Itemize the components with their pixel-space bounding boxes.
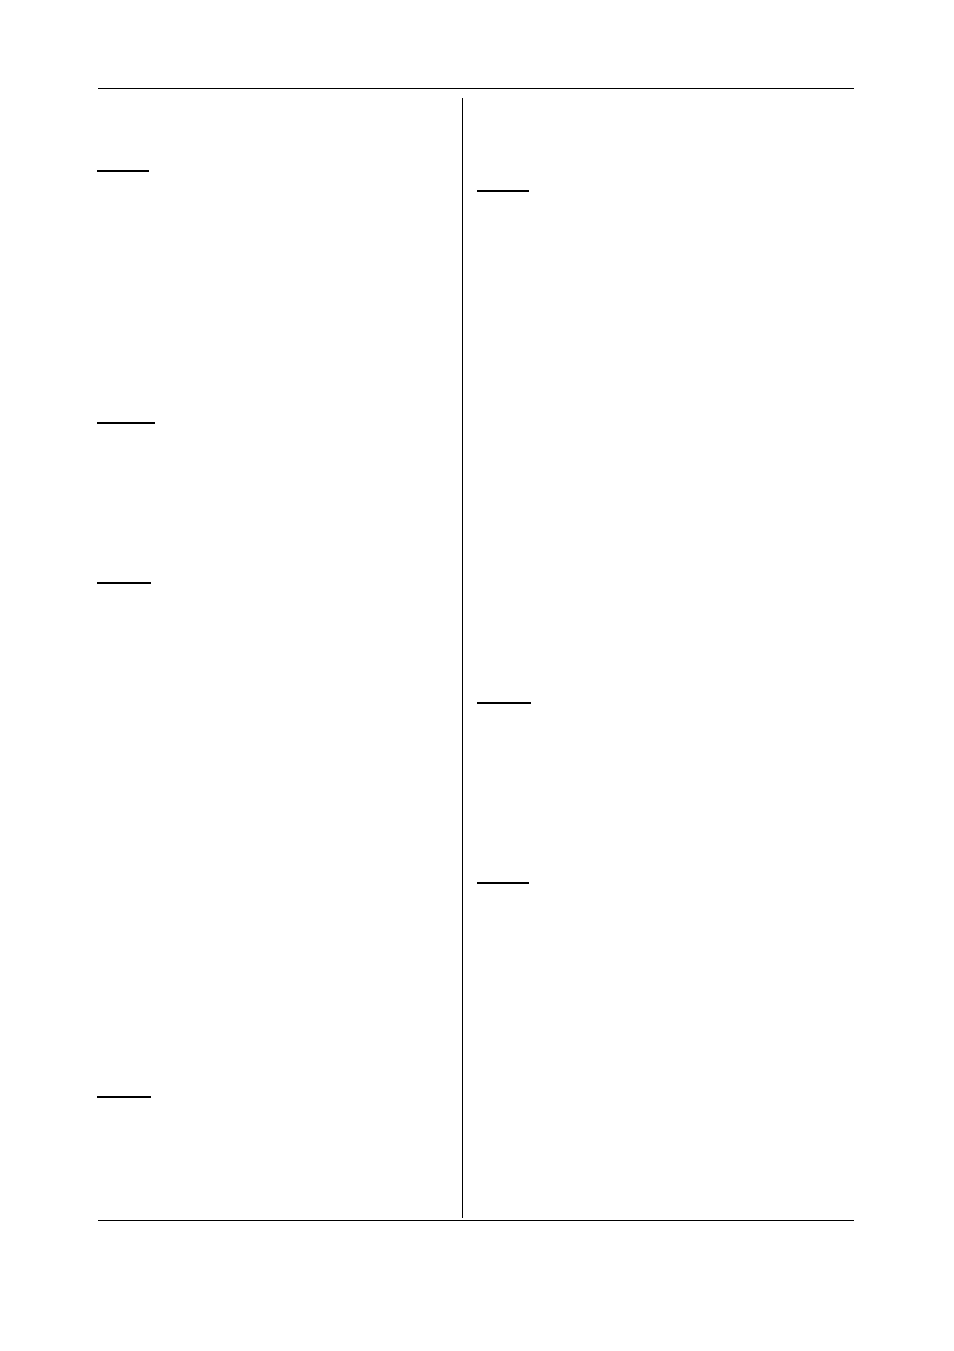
heading-underline-6 — [477, 702, 531, 704]
heading-underline-4 — [97, 1096, 151, 1098]
heading-underline-2 — [97, 422, 155, 424]
heading-underline-5 — [477, 190, 529, 192]
heading-underline-3 — [97, 582, 151, 584]
heading-underline-1 — [97, 170, 149, 172]
bottom-horizontal-rule — [98, 1220, 854, 1221]
heading-underline-7 — [477, 882, 529, 884]
top-horizontal-rule — [98, 88, 854, 89]
vertical-column-rule — [462, 98, 463, 1218]
document-page — [0, 0, 954, 1351]
